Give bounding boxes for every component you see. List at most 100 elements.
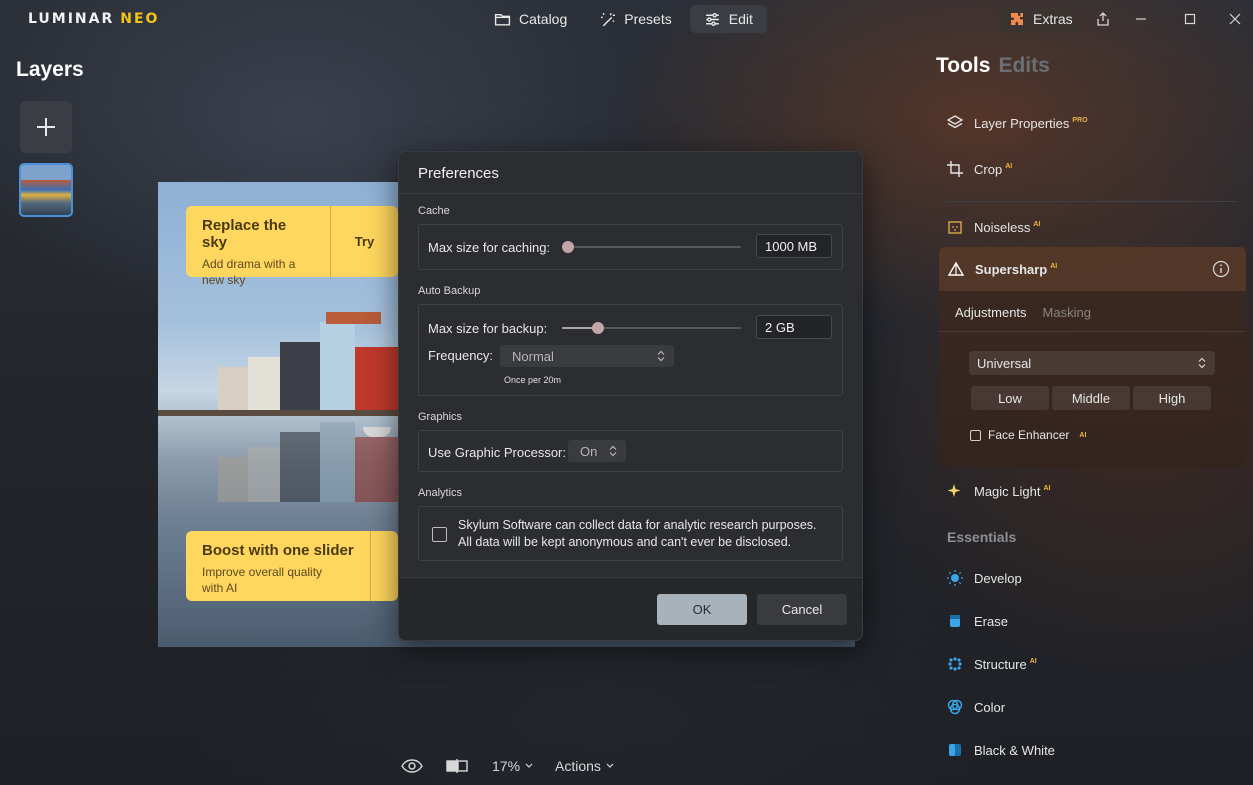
cache-section: Max size for caching: 1000 MB xyxy=(418,224,843,270)
tab-catalog[interactable]: Catalog xyxy=(480,5,581,33)
tab-presets[interactable]: Presets xyxy=(585,5,685,33)
face-enhancer-checkbox[interactable] xyxy=(970,429,981,441)
dialog-footer: OK Cancel xyxy=(399,577,862,640)
tool-crop[interactable]: Crop AI xyxy=(946,160,1012,178)
tool-color[interactable]: Color xyxy=(946,698,1005,716)
add-layer-button[interactable] xyxy=(20,101,72,153)
info-icon[interactable] xyxy=(1212,260,1230,278)
layers-stack-icon xyxy=(946,114,964,132)
layer-thumbnail[interactable] xyxy=(19,163,73,217)
analytics-section-label: Analytics xyxy=(418,487,463,499)
cache-size-value: 1000 MB xyxy=(765,238,818,254)
logo-accent-text: NEO xyxy=(120,11,160,27)
backup-slider-thumb[interactable] xyxy=(592,322,604,334)
extras-button[interactable]: Extras xyxy=(997,5,1079,33)
supersharp-mode-select[interactable]: Universal xyxy=(969,351,1215,375)
zoom-dropdown[interactable]: 17% xyxy=(492,754,534,778)
tools-divider xyxy=(946,201,1237,202)
tool-develop-label: Develop xyxy=(974,570,1022,586)
analytics-text-line2: All data will be kept anonymous and can'… xyxy=(458,535,792,549)
sun-icon xyxy=(946,569,964,587)
level-low-button[interactable]: Low xyxy=(971,386,1049,410)
level-high-button[interactable]: High xyxy=(1133,386,1211,410)
promo-try-button[interactable]: Try xyxy=(330,206,398,277)
color-wheel-icon xyxy=(946,698,964,716)
tool-erase[interactable]: Erase xyxy=(946,612,1008,630)
updown-chevron-icon xyxy=(609,445,617,457)
tab-presets-label: Presets xyxy=(624,11,672,27)
actions-label: Actions xyxy=(555,758,601,774)
tool-noiseless[interactable]: Noiseless AI xyxy=(946,218,1040,236)
minimize-icon[interactable] xyxy=(1131,9,1151,29)
frequency-value: Normal xyxy=(512,348,554,364)
backup-section: Max size for backup: 2 GB Frequency: Nor… xyxy=(418,304,843,396)
tool-erase-label: Erase xyxy=(974,613,1008,629)
tab-tools[interactable]: Tools xyxy=(936,54,990,77)
backup-size-input[interactable]: 2 GB xyxy=(756,315,832,339)
cache-slider-track[interactable] xyxy=(567,246,741,248)
actions-dropdown[interactable]: Actions xyxy=(555,754,615,778)
ok-button[interactable]: OK xyxy=(657,594,747,625)
cancel-button[interactable]: Cancel xyxy=(757,594,847,625)
promo-boost-slider[interactable]: Boost with one slider Improve overall qu… xyxy=(186,531,398,601)
noiseless-icon xyxy=(946,218,964,236)
chevron-down-icon xyxy=(606,763,614,768)
tool-noiseless-label: Noiseless xyxy=(974,219,1031,235)
close-icon[interactable] xyxy=(1225,9,1245,29)
analytics-checkbox[interactable] xyxy=(432,527,447,542)
backup-size-value: 2 GB xyxy=(765,319,795,335)
ai-badge: AI xyxy=(1043,485,1051,493)
black-white-icon xyxy=(946,741,964,759)
analytics-section: Skylum Software can collect data for ana… xyxy=(418,506,843,561)
share-icon[interactable] xyxy=(1093,9,1113,29)
backup-section-label: Auto Backup xyxy=(418,285,481,297)
face-enhancer-option[interactable]: Face Enhancer AI xyxy=(970,428,1086,442)
supersharp-level-segment: Low Middle High xyxy=(971,386,1211,410)
subtab-adjustments[interactable]: Adjustments xyxy=(955,305,1027,320)
promo-replace-sky[interactable]: Replace the sky Add drama with a new sky… xyxy=(186,206,398,287)
tool-magic-light[interactable]: Magic Light AI xyxy=(946,482,1050,500)
tool-develop[interactable]: Develop xyxy=(946,569,1022,587)
cache-size-input[interactable]: 1000 MB xyxy=(756,234,832,258)
tool-color-label: Color xyxy=(974,699,1006,715)
tab-catalog-label: Catalog xyxy=(519,11,568,27)
graphics-section-label: Graphics xyxy=(418,411,463,423)
analytics-text-line1: Skylum Software can collect data for ana… xyxy=(458,518,817,532)
cache-size-label: Max size for caching: xyxy=(428,240,551,255)
layers-title: Layers xyxy=(16,58,84,81)
tool-layer-properties[interactable]: Layer Properties PRO xyxy=(946,114,1088,132)
tool-black-white-label: Black & White xyxy=(974,742,1055,758)
frequency-hint: Once per 20m xyxy=(504,375,562,385)
updown-chevron-icon xyxy=(1198,357,1206,369)
tab-edit[interactable]: Edit xyxy=(689,5,767,33)
gpu-dropdown[interactable]: On xyxy=(568,440,626,462)
supersharp-icon xyxy=(947,261,965,276)
ai-badge: AI xyxy=(1005,163,1013,171)
cache-slider-thumb[interactable] xyxy=(562,241,574,253)
level-middle-button[interactable]: Middle xyxy=(1052,386,1130,410)
tab-edits[interactable]: Edits xyxy=(998,54,1049,77)
compare-icon[interactable] xyxy=(445,754,469,778)
frequency-label: Frequency: xyxy=(428,348,494,363)
plus-icon xyxy=(37,118,55,136)
app-logo: LUMINAR NEO xyxy=(28,11,159,27)
frequency-dropdown[interactable]: Normal xyxy=(500,345,674,367)
tool-structure-label: Structure xyxy=(974,656,1027,672)
subtab-masking[interactable]: Masking xyxy=(1043,305,1091,320)
structure-icon xyxy=(946,655,964,673)
supersharp-header[interactable]: Supersharp AI xyxy=(939,247,1246,291)
promo-sky-title: Replace the sky xyxy=(202,217,287,251)
mode-value: Universal xyxy=(977,355,1032,371)
subtab-divider xyxy=(939,331,1246,332)
tool-layer-properties-label: Layer Properties xyxy=(974,115,1070,131)
eye-icon[interactable] xyxy=(400,754,424,778)
gpu-label: Use Graphic Processor: xyxy=(428,445,566,460)
backup-size-label: Max size for backup: xyxy=(428,321,548,336)
tool-black-white[interactable]: Black & White xyxy=(946,741,1055,759)
supersharp-label: Supersharp xyxy=(975,261,1048,277)
maximize-icon[interactable] xyxy=(1180,9,1200,29)
zoom-value: 17% xyxy=(492,758,521,774)
graphics-section: Use Graphic Processor: On xyxy=(418,430,843,472)
tool-crop-label: Crop xyxy=(974,161,1003,177)
tool-structure[interactable]: Structure AI xyxy=(946,655,1037,673)
